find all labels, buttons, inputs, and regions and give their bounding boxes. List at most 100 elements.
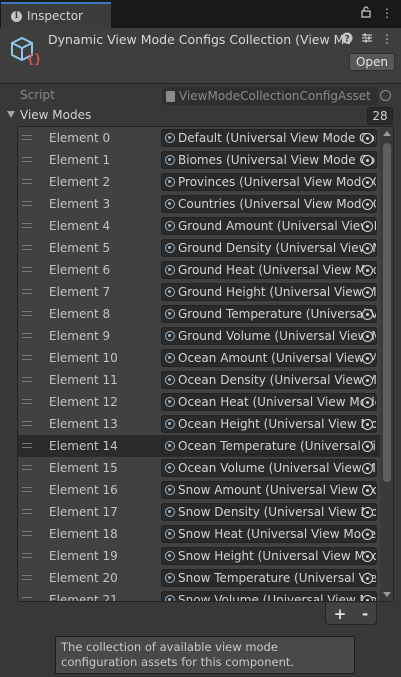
list-item[interactable]: Element 16 Snow Amount (Universal View Mo… (18, 479, 380, 501)
object-field[interactable]: Ground Height (Universal View Mode Confi… (161, 283, 377, 301)
object-field[interactable]: Ground Heat (Universal View Mode Config) (161, 261, 377, 279)
list-item[interactable]: Element 17 Snow Density (Universal View M… (18, 501, 380, 523)
drag-handle-icon[interactable] (22, 465, 32, 470)
object-picker-icon[interactable] (362, 243, 373, 254)
list-item[interactable]: Element 8 Ground Temperature (Universal V… (18, 303, 380, 325)
object-picker-icon[interactable] (362, 529, 373, 540)
drag-handle-icon[interactable] (22, 553, 32, 558)
kebab-menu-icon[interactable]: ⋮ (381, 32, 393, 47)
list-item[interactable]: Element 7 Ground Height (Universal View M… (18, 281, 380, 303)
object-picker-icon[interactable] (362, 353, 373, 364)
drag-handle-icon[interactable] (22, 333, 32, 338)
object-field[interactable]: Snow Height (Universal View Mode Config) (161, 547, 377, 565)
object-field[interactable]: Countries (Universal View Mode Config) (161, 195, 377, 213)
scroll-down-arrow-icon[interactable] (383, 592, 391, 597)
scroll-up-arrow-icon[interactable] (383, 131, 391, 136)
list-item[interactable]: Element 2 Provinces (Universal View Mode … (18, 171, 380, 193)
list-item[interactable]: Element 9 Ground Volume (Universal View M… (18, 325, 380, 347)
object-picker-icon[interactable] (362, 419, 373, 430)
list-item[interactable]: Element 14 Ocean Temperature (Universal V… (18, 435, 380, 457)
presets-icon[interactable] (361, 32, 373, 47)
list-item[interactable]: Element 0 Default (Universal View Mode Co… (18, 127, 380, 149)
drag-handle-icon[interactable] (22, 355, 32, 360)
object-picker-icon[interactable] (362, 309, 373, 320)
object-field[interactable]: Ocean Heat (Universal View Mode Config) (161, 393, 377, 411)
list-item[interactable]: Element 18 Snow Heat (Universal View Mode… (18, 523, 380, 545)
drag-handle-icon[interactable] (22, 201, 32, 206)
drag-handle-icon[interactable] (22, 399, 32, 404)
remove-element-button[interactable]: - (362, 605, 368, 623)
list-item[interactable]: Element 15 Ocean Volume (Universal View M… (18, 457, 380, 479)
object-picker-icon[interactable] (362, 573, 373, 584)
object-field[interactable]: Biomes (Universal View Mode Config) (161, 151, 377, 169)
kebab-menu-icon[interactable]: ⋮ (381, 6, 393, 21)
object-picker-icon[interactable] (362, 507, 373, 518)
drag-handle-icon[interactable] (22, 179, 32, 184)
object-picker-icon[interactable] (362, 441, 373, 452)
drag-handle-icon[interactable] (22, 289, 32, 294)
object-field[interactable]: Ocean Temperature (Universal View Mode C… (161, 437, 377, 455)
drag-handle-icon[interactable] (22, 487, 32, 492)
drag-handle-icon[interactable] (22, 311, 32, 316)
object-picker-icon[interactable] (362, 463, 373, 474)
foldout-arrow-icon[interactable] (7, 111, 15, 118)
drag-handle-icon[interactable] (22, 531, 32, 536)
drag-handle-icon[interactable] (22, 223, 32, 228)
drag-handle-icon[interactable] (22, 597, 32, 601)
object-field[interactable]: Ground Volume (Universal View Mode Confi… (161, 327, 377, 345)
list-item[interactable]: Element 6 Ground Heat (Universal View Mod… (18, 259, 380, 281)
drag-handle-icon[interactable] (22, 575, 32, 580)
tab-inspector[interactable]: i Inspector (1, 2, 111, 28)
object-field[interactable]: Default (Universal View Mode Config) (161, 129, 377, 147)
object-field[interactable]: Snow Heat (Universal View Mode Config) (161, 525, 377, 543)
lock-icon[interactable] (361, 6, 371, 21)
object-field[interactable]: Snow Density (Universal View Mode Config… (161, 503, 377, 521)
object-picker-icon[interactable] (362, 331, 373, 342)
list-item[interactable]: Element 1 Biomes (Universal View Mode Con… (18, 149, 380, 171)
object-picker-icon[interactable] (362, 551, 373, 562)
list-item[interactable]: Element 21 Snow Volume (Universal View Mo… (18, 589, 380, 601)
object-field[interactable]: Ground Temperature (Universal View Mode … (161, 305, 377, 323)
drag-handle-icon[interactable] (22, 267, 32, 272)
drag-handle-icon[interactable] (22, 157, 32, 162)
list-item[interactable]: Element 13 Ocean Height (Universal View M… (18, 413, 380, 435)
object-picker-icon[interactable] (362, 133, 373, 144)
object-field[interactable]: Ground Amount (Universal View Mode Confi… (161, 217, 377, 235)
array-size-field[interactable]: 28 (367, 107, 393, 125)
object-field[interactable]: Ground Density (Universal View Mode Conf… (161, 239, 377, 257)
list-item[interactable]: Element 19 Snow Height (Universal View Mo… (18, 545, 380, 567)
object-field[interactable]: Ocean Density (Universal View Mode Confi… (161, 371, 377, 389)
object-picker-icon[interactable] (362, 287, 373, 298)
list-item[interactable]: Element 20 Snow Temperature (Universal Vi… (18, 567, 380, 589)
scrollbar-thumb[interactable] (383, 143, 391, 482)
object-picker-icon[interactable] (362, 397, 373, 408)
help-icon[interactable]: ? (341, 32, 353, 47)
object-picker-icon[interactable] (362, 199, 373, 210)
vertical-scrollbar[interactable] (380, 127, 393, 601)
object-picker-icon[interactable] (362, 595, 373, 601)
object-field[interactable]: Ocean Volume (Universal View Mode Config… (161, 459, 377, 477)
object-field[interactable]: Ocean Height (Universal View Mode Config… (161, 415, 377, 433)
list-item[interactable]: Element 5 Ground Density (Universal View … (18, 237, 380, 259)
object-picker-icon[interactable] (362, 155, 373, 166)
object-picker-icon[interactable] (362, 221, 373, 232)
view-modes-header[interactable]: View Modes 28 (0, 107, 401, 125)
object-picker-icon[interactable] (362, 375, 373, 386)
object-picker-icon[interactable] (362, 177, 373, 188)
object-field[interactable]: Provinces (Universal View Mode Config) (161, 173, 377, 191)
open-button[interactable]: Open (349, 53, 395, 71)
drag-handle-icon[interactable] (22, 443, 32, 448)
list-item[interactable]: Element 10 Ocean Amount (Universal View M… (18, 347, 380, 369)
drag-handle-icon[interactable] (22, 135, 32, 140)
drag-handle-icon[interactable] (22, 245, 32, 250)
list-item[interactable]: Element 11 Ocean Density (Universal View … (18, 369, 380, 391)
drag-handle-icon[interactable] (22, 509, 32, 514)
object-field[interactable]: Snow Temperature (Universal View Mode Co… (161, 569, 377, 587)
list-item[interactable]: Element 3 Countries (Universal View Mode … (18, 193, 380, 215)
object-picker-icon[interactable] (362, 485, 373, 496)
object-field[interactable]: Snow Volume (Universal View Mode Config) (161, 591, 377, 601)
drag-handle-icon[interactable] (22, 377, 32, 382)
list-item[interactable]: Element 12 Ocean Heat (Universal View Mod… (18, 391, 380, 413)
object-field[interactable]: Snow Amount (Universal View Mode Config) (161, 481, 377, 499)
object-picker-icon[interactable] (362, 265, 373, 276)
